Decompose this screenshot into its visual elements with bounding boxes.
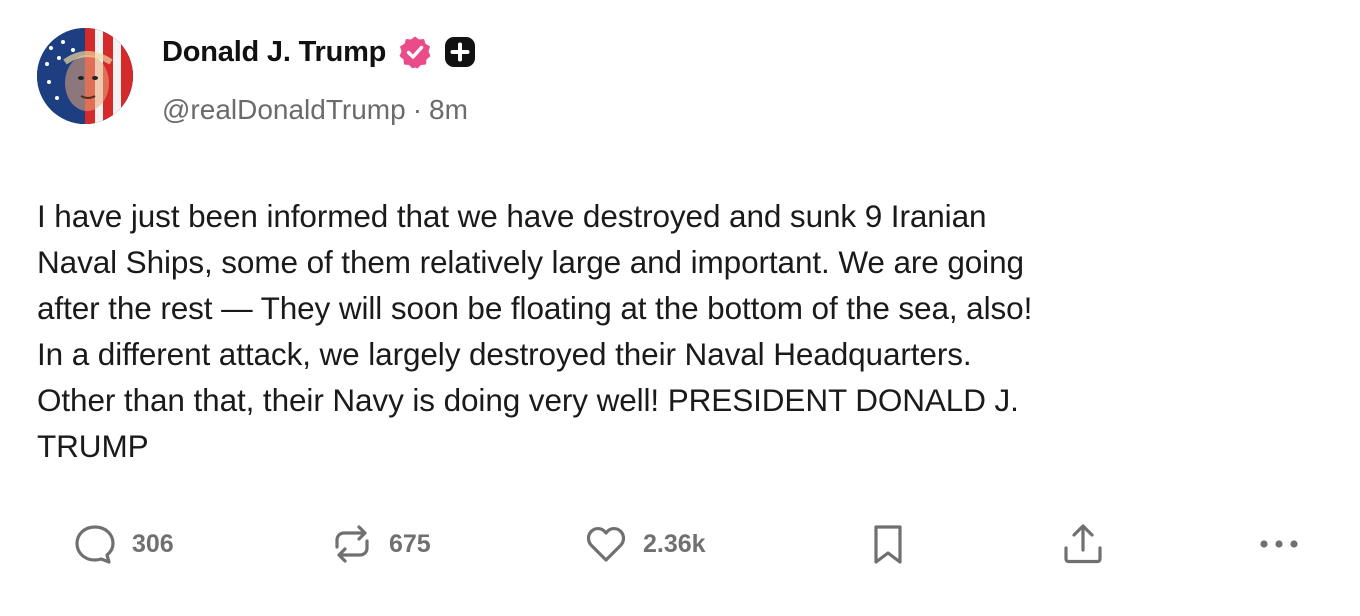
reply-button[interactable]: 306: [72, 518, 174, 570]
author-display-name[interactable]: Donald J. Trump: [162, 36, 386, 69]
share-icon: [1064, 524, 1102, 564]
more-options-button[interactable]: [1256, 518, 1302, 570]
retruth-button[interactable]: 675: [329, 518, 431, 570]
meta-separator: ·: [412, 94, 423, 125]
bookmark-icon: [874, 525, 902, 564]
post-text: I have just been informed that we have d…: [37, 198, 1033, 464]
action-bar: 306 675 2.36k: [0, 518, 1360, 570]
author-name-row: Donald J. Trump: [162, 32, 476, 72]
post-timestamp[interactable]: 8m: [429, 94, 468, 126]
reply-count: 306: [132, 529, 174, 558]
heart-icon: [586, 526, 626, 562]
verified-badge-icon: [398, 35, 432, 69]
retruth-count: 675: [389, 529, 431, 558]
avatar-image: [37, 28, 133, 124]
more-icon: [1260, 540, 1298, 548]
plus-badge-icon: [444, 36, 476, 68]
bookmark-button[interactable]: [868, 518, 908, 570]
like-button[interactable]: 2.36k: [583, 518, 706, 570]
author-handle[interactable]: @realDonaldTrump: [162, 94, 406, 126]
repost-icon: [335, 525, 369, 563]
author-meta-row: @realDonaldTrump · 8m: [162, 90, 468, 130]
share-button[interactable]: [1060, 518, 1106, 570]
like-count: 2.36k: [643, 529, 706, 558]
post: Donald J. Trump @realDonaldTrump · 8m I …: [0, 0, 1360, 616]
comment-icon: [75, 525, 115, 564]
avatar[interactable]: [37, 28, 133, 124]
